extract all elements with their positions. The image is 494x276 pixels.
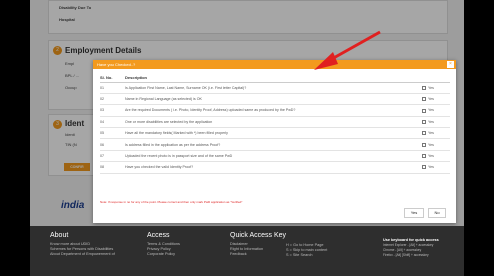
footer-link[interactable]: Feedback bbox=[230, 252, 286, 257]
footer-access: Access Terms & Conditions Privacy Policy… bbox=[147, 232, 180, 257]
footer-key: S = Site Search bbox=[286, 253, 313, 257]
arrow-head bbox=[314, 52, 338, 70]
footer-access-title: Access bbox=[147, 232, 170, 239]
site-footer: About Know more about UDID Schemes for P… bbox=[30, 226, 464, 276]
right-letterbox bbox=[464, 0, 494, 276]
footer-link[interactable]: Corporate Policy bbox=[147, 252, 180, 257]
footer-kbd-item: Firefox - [Alt] [Shift] + accesskey bbox=[383, 253, 429, 257]
footer-quick-access: Quick Access Key Disclaimer Right to Inf… bbox=[230, 232, 286, 257]
footer-keyboard: Use keyboard for quick access Internet E… bbox=[383, 238, 439, 258]
footer-about-title: About bbox=[50, 232, 69, 239]
footer-about: About Know more about UDID Schemes for P… bbox=[50, 232, 115, 257]
left-letterbox bbox=[0, 0, 30, 276]
footer-quick-title: Quick Access Key bbox=[230, 232, 287, 239]
arrow-shaft bbox=[329, 30, 381, 62]
footer-access-keys: H = Go to Home Page S = Skip to main con… bbox=[286, 243, 327, 258]
footer-link[interactable]: About Department of Empowerment of bbox=[50, 252, 115, 257]
annotation-arrow bbox=[314, 30, 381, 70]
